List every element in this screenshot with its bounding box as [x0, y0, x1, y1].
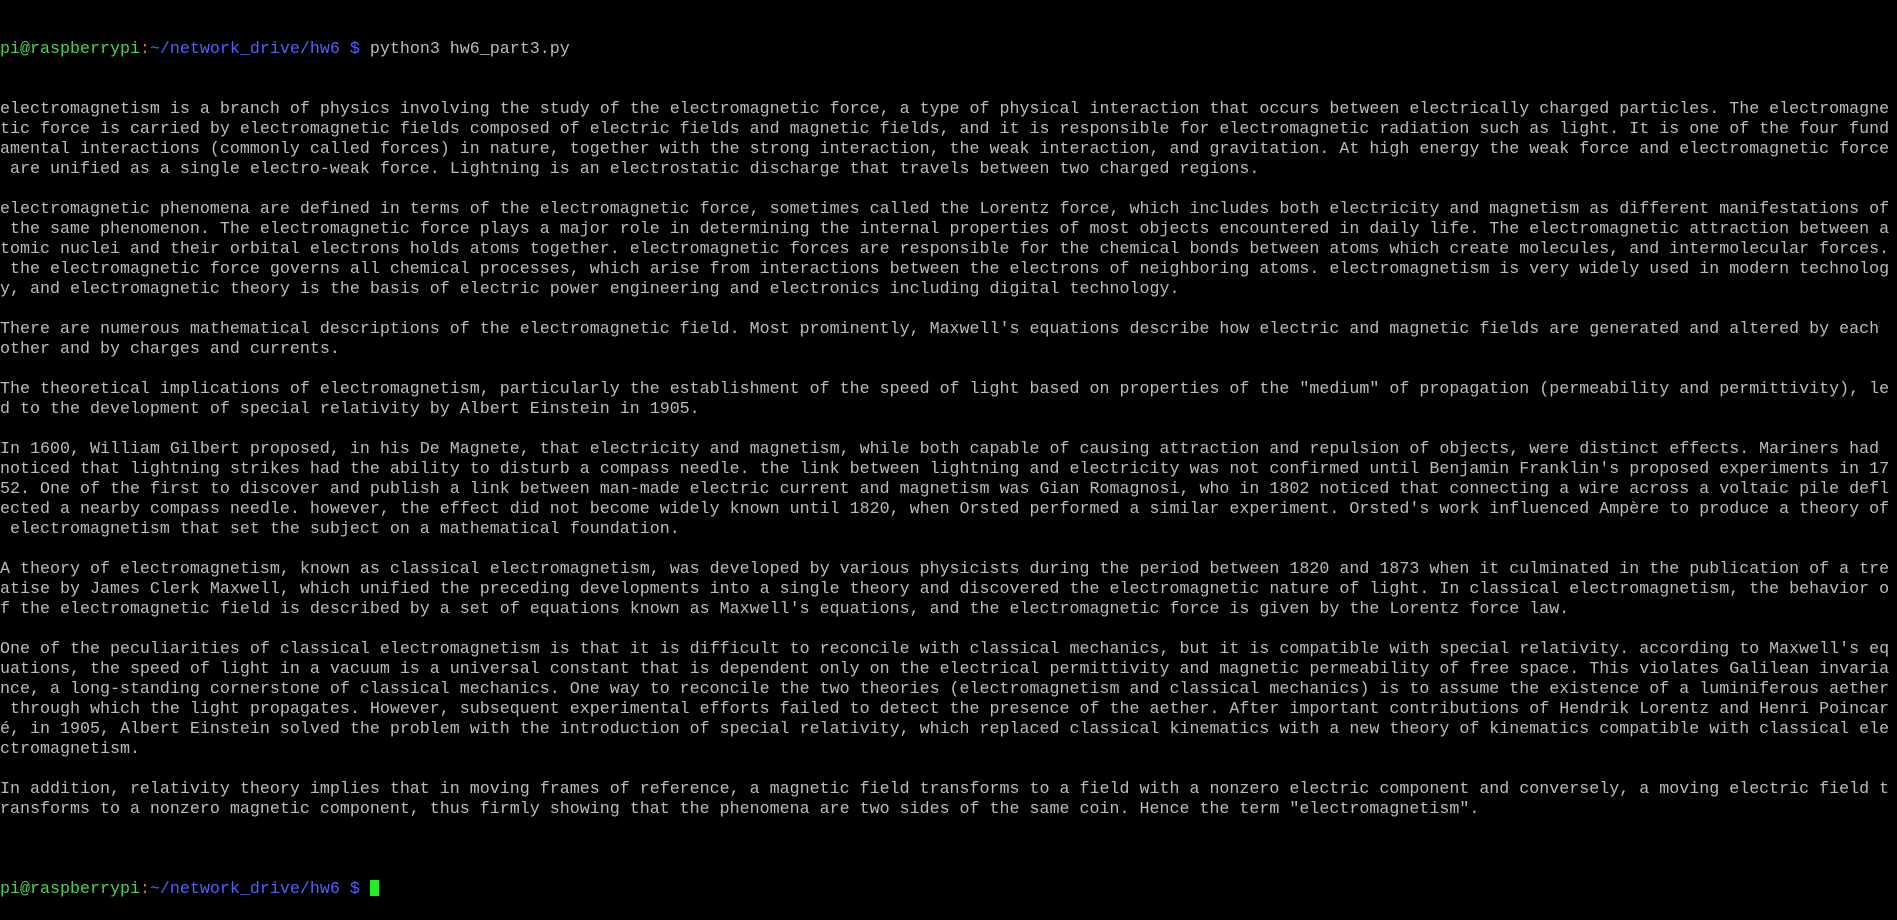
- active-prompt-line[interactable]: pi@raspberrypi:~/network_drive/hw6 $: [0, 880, 1897, 900]
- prompt-colon: :: [139, 40, 150, 59]
- prompt-user-host: pi@raspberrypi: [0, 40, 140, 59]
- output-line: One of the peculiarities of classical el…: [0, 640, 1890, 659]
- prompt-path: ~/network_drive/hw6 $: [149, 40, 360, 59]
- output-line: d to the development of special relativi…: [0, 400, 700, 419]
- output-line: In addition, relativity theory implies t…: [0, 780, 1890, 799]
- output-line: electromagnetism is a branch of physics …: [0, 100, 1890, 119]
- terminal-window[interactable]: pi@raspberrypi:~/network_drive/hw6 $ pyt…: [0, 0, 1897, 920]
- output-line: tomic nuclei and their orbital electrons…: [0, 240, 1890, 259]
- output-line: There are numerous mathematical descript…: [0, 320, 1880, 339]
- output-line: The theoretical implications of electrom…: [0, 380, 1890, 399]
- output-line: y, and electromagnetic theory is the bas…: [0, 280, 1180, 299]
- prompt-path: ~/network_drive/hw6 $: [149, 880, 360, 899]
- output-line: are unified as a single electro-weak for…: [0, 160, 1260, 179]
- prompt-user-host: pi@raspberrypi: [0, 880, 140, 899]
- output-line: nce, a long-standing cornerstone of clas…: [0, 680, 1890, 699]
- output-line: through which the light propagates. Howe…: [0, 700, 1890, 719]
- output-line: electromagnetic phenomena are defined in…: [0, 200, 1890, 219]
- output-line: electromagnetism that set the subject on…: [0, 520, 680, 539]
- program-output: electromagnetism is a branch of physics …: [0, 100, 1897, 840]
- executed-command: python3 hw6_part3.py: [369, 40, 570, 59]
- output-line: ctromagnetism.: [0, 740, 140, 759]
- text-cursor: [369, 880, 379, 896]
- output-line: atise by James Clerk Maxwell, which unif…: [0, 580, 1890, 599]
- output-line: the electromagnetic force governs all ch…: [0, 260, 1890, 279]
- output-line: ransforms to a nonzero magnetic componen…: [0, 800, 1480, 819]
- output-line: 52. One of the first to discover and pub…: [0, 480, 1890, 499]
- output-line: uations, the speed of light in a vacuum …: [0, 660, 1890, 679]
- output-line: noticed that lightning strikes had the a…: [0, 460, 1890, 479]
- output-line: the same phenomenon. The electromagnetic…: [0, 220, 1890, 239]
- output-line: ected a nearby compass needle. however, …: [0, 500, 1890, 519]
- output-line: tic force is carried by electromagnetic …: [0, 120, 1890, 139]
- prompt-colon: :: [139, 880, 150, 899]
- output-line: In 1600, William Gilbert proposed, in hi…: [0, 440, 1880, 459]
- command-prompt-line: pi@raspberrypi:~/network_drive/hw6 $ pyt…: [0, 40, 1897, 60]
- output-line: f the electromagnetic field is described…: [0, 600, 1570, 619]
- output-line: other and by charges and currents.: [0, 340, 340, 359]
- output-line: é, in 1905, Albert Einstein solved the p…: [0, 720, 1890, 739]
- output-line: amental interactions (commonly called fo…: [0, 140, 1890, 159]
- output-line: A theory of electromagnetism, known as c…: [0, 560, 1890, 579]
